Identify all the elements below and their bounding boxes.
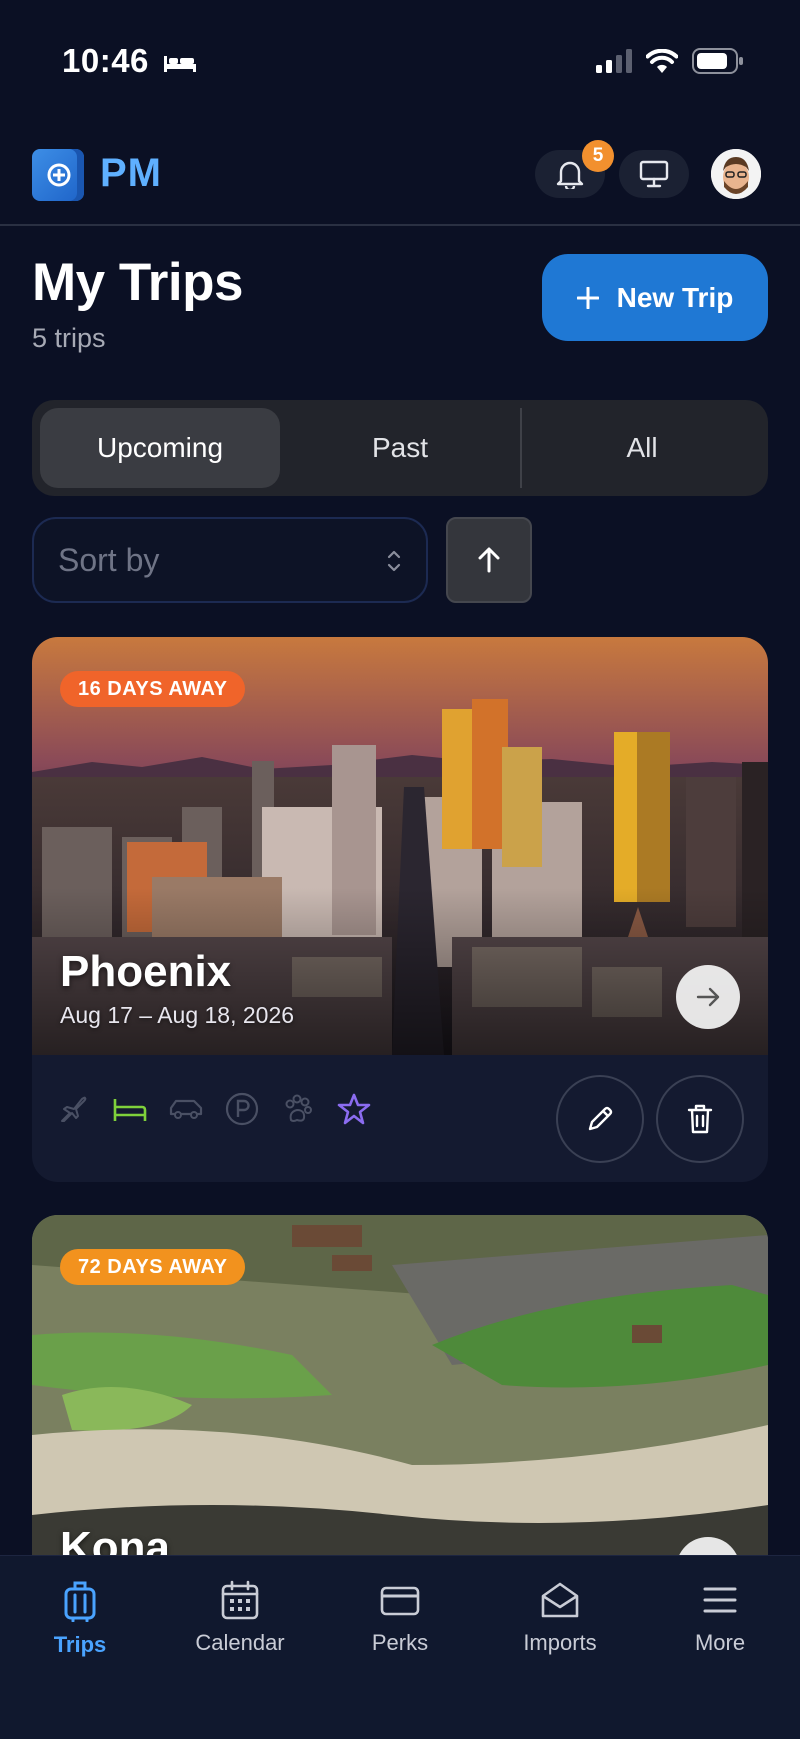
star-icon <box>334 1089 374 1129</box>
battery-icon <box>692 48 743 74</box>
edit-trip-button[interactable] <box>556 1075 644 1163</box>
sort-select[interactable]: Sort by <box>32 517 428 603</box>
trip-filter-tabs: Upcoming Past All <box>32 400 768 496</box>
header-divider <box>0 224 800 226</box>
pencil-icon <box>588 1106 613 1131</box>
notification-badge: 5 <box>582 140 614 172</box>
tab-upcoming[interactable]: Upcoming <box>40 408 280 488</box>
nav-label: Imports <box>523 1630 597 1655</box>
credit-card-icon <box>380 1586 420 1616</box>
bell-icon <box>556 161 584 189</box>
days-away-badge: 16 DAYS AWAY <box>60 671 246 707</box>
suitcase-icon <box>64 1581 96 1622</box>
bed-icon <box>110 1089 150 1129</box>
delete-trip-button[interactable] <box>656 1075 744 1163</box>
sort-direction-button[interactable] <box>446 517 532 603</box>
status-time: 10:46 <box>62 42 197 80</box>
paw-icon <box>278 1089 318 1129</box>
clock-text: 10:46 <box>62 42 149 79</box>
nav-label: More <box>694 1630 746 1655</box>
new-trip-label: New Trip <box>616 281 734 313</box>
trip-photo-phoenix: 16 DAYS AWAY Phoenix Aug 17 – Aug 18, 20… <box>32 637 768 1055</box>
open-trip-button[interactable] <box>676 965 740 1029</box>
plus-icon <box>576 286 599 309</box>
arrow-up-icon <box>478 547 500 573</box>
avatar[interactable] <box>711 149 761 199</box>
bottom-nav: Trips Calendar Perks Imports More <box>0 1555 800 1739</box>
trip-count: 5 trips <box>32 323 106 353</box>
chevron-up-down-icon <box>387 550 401 572</box>
monitor-icon <box>639 160 669 188</box>
bed-status-icon <box>163 56 196 73</box>
trip-card-phoenix[interactable]: 16 DAYS AWAY Phoenix Aug 17 – Aug 18, 20… <box>32 637 768 1182</box>
arrow-right-icon <box>696 987 720 1007</box>
menu-icon <box>703 1587 737 1613</box>
status-icons <box>596 48 744 74</box>
envelope-open-icon <box>541 1582 579 1618</box>
app-name: PM <box>100 151 162 195</box>
display-button[interactable] <box>619 150 689 198</box>
new-trip-button[interactable]: New Trip <box>542 254 768 341</box>
tab-all[interactable]: All <box>522 408 762 488</box>
amenity-icons <box>54 1089 374 1129</box>
car-icon <box>166 1089 206 1129</box>
calendar-icon <box>221 1580 259 1620</box>
days-away-badge: 72 DAYS AWAY <box>60 1249 246 1285</box>
nav-more[interactable]: More <box>650 1580 790 1656</box>
page-title: My Trips <box>32 253 244 312</box>
parking-icon <box>222 1089 262 1129</box>
plane-icon <box>54 1089 94 1129</box>
trash-icon <box>687 1104 713 1134</box>
nav-calendar[interactable]: Calendar <box>170 1580 310 1656</box>
trip-dates: Aug 17 – Aug 18, 2026 <box>60 1002 295 1028</box>
tab-past[interactable]: Past <box>280 408 520 488</box>
nav-perks[interactable]: Perks <box>330 1580 470 1656</box>
nav-trips[interactable]: Trips <box>10 1580 150 1658</box>
sort-placeholder: Sort by <box>58 541 160 578</box>
nav-label: Trips <box>53 1632 107 1657</box>
trip-name: Phoenix <box>60 947 232 996</box>
app-logo-icon <box>32 149 84 201</box>
nav-imports[interactable]: Imports <box>490 1580 630 1656</box>
signal-icon <box>596 49 632 73</box>
nav-label: Perks <box>371 1630 429 1655</box>
nav-label: Calendar <box>195 1630 285 1655</box>
wifi-icon <box>646 49 678 73</box>
